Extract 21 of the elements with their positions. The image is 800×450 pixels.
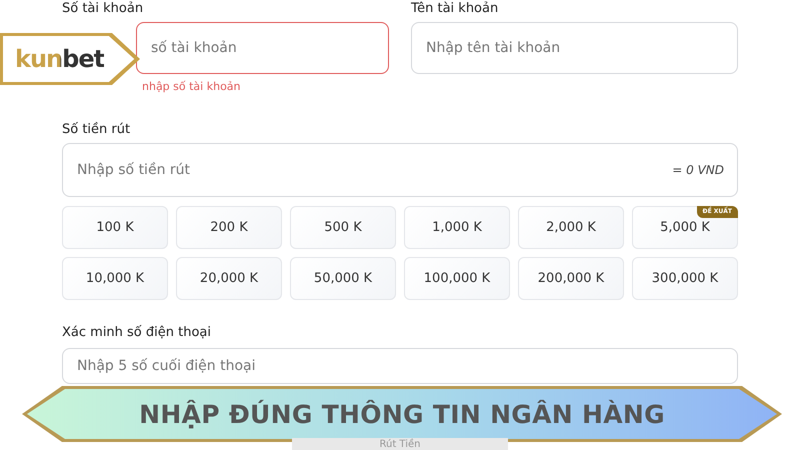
amount-option[interactable]: 1,000 K: [404, 206, 510, 249]
field-label: Số tài khoản: [62, 2, 144, 16]
account-number-field[interactable]: số tài khoản: [136, 22, 389, 74]
amount-option[interactable]: 10,000 K: [62, 257, 168, 300]
amount-option[interactable]: 500 K: [290, 206, 396, 249]
amount-option[interactable]: 100,000 K: [404, 257, 510, 300]
converted-amount: = 0 VND: [672, 163, 724, 177]
field-label: Số tiền rút: [62, 123, 130, 137]
field-label: Xác minh số điện thoại: [62, 326, 211, 340]
amount-option[interactable]: 50,000 K: [290, 257, 396, 300]
amount-option[interactable]: 20,000 K: [176, 257, 282, 300]
amount-option[interactable]: 200 K: [176, 206, 282, 249]
amount-option[interactable]: 100 K: [62, 206, 168, 249]
banner-title: NHẬP ĐÚNG THÔNG TIN NGÂN HÀNG: [139, 400, 665, 428]
amount-option[interactable]: 2,000 K: [518, 206, 624, 249]
amount-option[interactable]: 200,000 K: [518, 257, 624, 300]
account-name-field[interactable]: Nhập tên tài khoản: [411, 22, 738, 74]
amount-option[interactable]: 300,000 K: [632, 257, 738, 300]
phone-field[interactable]: Nhập 5 số cuối điện thoại: [62, 348, 738, 384]
error-message: nhập số tài khoản: [141, 80, 241, 93]
field-label: Tên tài khoản: [411, 2, 498, 16]
